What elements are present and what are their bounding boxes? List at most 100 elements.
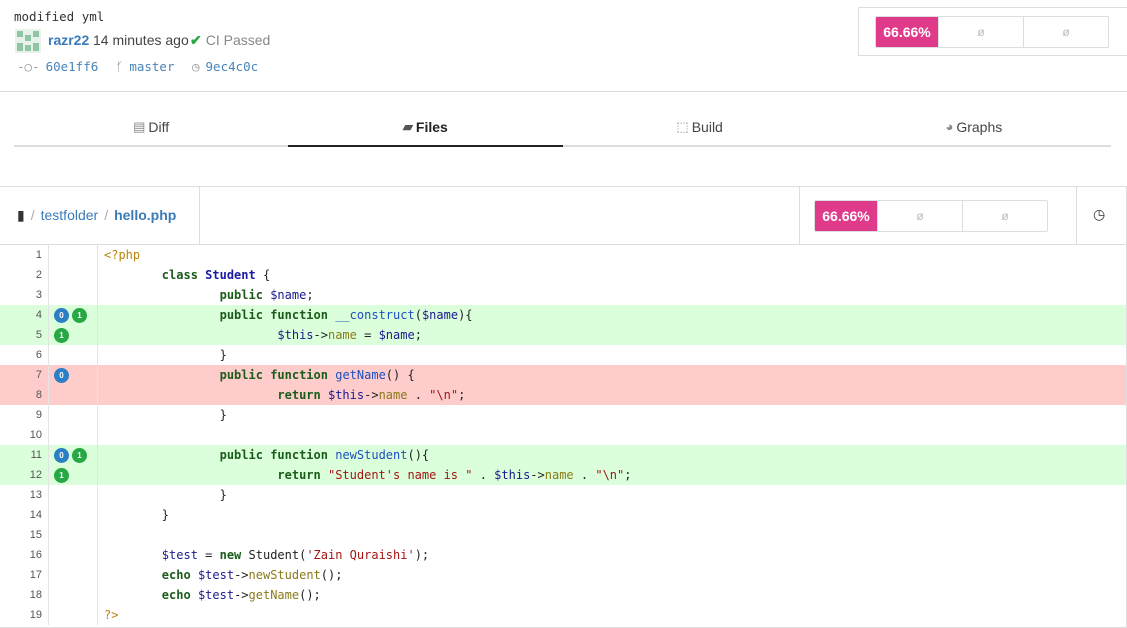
branch-hit-badge[interactable]: 0 <box>54 367 69 383</box>
code-token: function <box>270 448 328 462</box>
line-number[interactable]: 13 <box>0 485 49 505</box>
line-number[interactable]: 2 <box>0 265 49 285</box>
code-token: = <box>197 548 220 562</box>
commit-sha-link[interactable]: 60e1ff6 <box>46 59 99 74</box>
line-number[interactable]: 14 <box>0 505 49 525</box>
coverage-gutter <box>49 385 98 405</box>
tab-diff-label: Diff <box>148 118 170 135</box>
line-number[interactable]: 18 <box>0 585 49 605</box>
code-token: ); <box>414 548 430 562</box>
tab-bar: ▤ Diff ▰ Files ⬚ Build ◕ Graphs <box>14 108 1111 147</box>
code-token: return <box>277 388 321 402</box>
code-line: 17 echo $test->newStudent(); <box>0 565 1126 585</box>
check-icon: ✔ <box>190 32 202 48</box>
tab-build[interactable]: ⬚ Build <box>563 108 837 145</box>
tab-graphs[interactable]: ◕ Graphs <box>837 108 1111 145</box>
package-icon: ⬚ <box>676 118 689 134</box>
history-icon[interactable]: ◷ <box>1093 206 1105 223</box>
line-number[interactable]: 7 <box>0 365 49 385</box>
line-number[interactable]: 5 <box>0 325 49 345</box>
code-token: name <box>327 328 357 342</box>
coverage-gutter <box>49 265 98 285</box>
coverage-gutter <box>49 525 98 545</box>
source-code: } <box>98 405 227 425</box>
line-number[interactable]: 4 <box>0 305 49 325</box>
code-line: 2 class Student { <box>0 265 1126 285</box>
line-number[interactable]: 11 <box>0 445 49 465</box>
line-number[interactable]: 16 <box>0 545 49 565</box>
line-hit-badge[interactable]: 1 <box>54 467 69 483</box>
code-token: ; <box>624 468 632 482</box>
line-number[interactable]: 6 <box>0 345 49 365</box>
line-number[interactable]: 17 <box>0 565 49 585</box>
breadcrumb-separator: / <box>104 207 109 223</box>
pie-chart-icon: ◕ <box>945 119 954 134</box>
coverage-gutter <box>49 505 98 525</box>
line-number[interactable]: 8 <box>0 385 49 405</box>
code-token: name <box>378 388 408 402</box>
line-number[interactable]: 19 <box>0 605 49 625</box>
author-link[interactable]: razr22 <box>48 32 89 48</box>
code-token: echo <box>161 568 191 582</box>
code-line: 9 } <box>0 405 1126 425</box>
tab-graphs-label: Graphs <box>956 118 1003 135</box>
parent-sha-link[interactable]: 9ec4c0c <box>206 59 259 74</box>
code-token: public <box>219 288 263 302</box>
line-number[interactable]: 10 <box>0 425 49 445</box>
line-hit-badge[interactable]: 1 <box>72 307 87 323</box>
source-code: public $name; <box>98 285 314 305</box>
commit-icon: -○- <box>17 59 40 74</box>
line-hit-badge[interactable]: 1 <box>54 327 69 343</box>
code-token: "Student's name is " <box>327 468 473 482</box>
header-divider <box>1076 187 1077 244</box>
line-number[interactable]: 12 <box>0 465 49 485</box>
coverage-gutter: 01 <box>49 305 98 325</box>
coverage-percent: 66.66% <box>876 17 938 47</box>
ci-status[interactable]: ✔ CI Passed <box>190 32 270 49</box>
line-number[interactable]: 9 <box>0 405 49 425</box>
code-token: $name <box>421 308 459 322</box>
author-avatar[interactable] <box>15 29 41 53</box>
coverage-gutter: 1 <box>49 465 98 485</box>
line-number[interactable]: 1 <box>0 245 49 265</box>
code-token: Student( <box>241 548 307 562</box>
code-token: ( <box>414 308 422 322</box>
source-code: $this->name = $name; <box>98 325 422 345</box>
commit-message: modified yml <box>14 9 105 24</box>
code-token: public <box>219 308 263 322</box>
code-line: 8 return $this->name . "\n"; <box>0 385 1126 405</box>
source-code: return "Student's name is " . $this->nam… <box>98 465 631 485</box>
code-line: 70 public function getName() { <box>0 365 1126 385</box>
tab-diff[interactable]: ▤ Diff <box>14 108 288 145</box>
source-code: $test = new Student('Zain Quraishi'); <box>98 545 429 565</box>
code-token: . <box>407 388 430 402</box>
breadcrumb-file[interactable]: hello.php <box>114 207 176 223</box>
code-token: { <box>255 268 271 282</box>
code-line: 401 public function __construct($name){ <box>0 305 1126 325</box>
repo-book-icon[interactable]: ▮ <box>17 207 25 223</box>
line-number[interactable]: 3 <box>0 285 49 305</box>
source-code: echo $test->newStudent(); <box>98 565 343 585</box>
branch-link[interactable]: master <box>129 59 174 74</box>
line-number[interactable]: 15 <box>0 525 49 545</box>
code-token: <?php <box>104 248 141 262</box>
file-header: ▮ / testfolder / hello.php 66.66% ø ø ◷ <box>0 187 1126 245</box>
code-token: public <box>219 368 263 382</box>
branch-hit-badge[interactable]: 0 <box>54 307 69 323</box>
branch-hit-badge[interactable]: 0 <box>54 447 69 463</box>
line-hit-badge[interactable]: 1 <box>72 447 87 463</box>
code-token: $name <box>270 288 307 302</box>
code-token: (); <box>320 568 343 582</box>
code-token: return <box>277 468 321 482</box>
tab-files[interactable]: ▰ Files <box>288 108 563 147</box>
source-code: } <box>98 485 227 505</box>
code-line: 16 $test = new Student('Zain Quraishi'); <box>0 545 1126 565</box>
source-code: public function getName() { <box>98 365 415 385</box>
code-token: -> <box>234 588 249 602</box>
source-code: public function newStudent(){ <box>98 445 430 465</box>
breadcrumb-folder[interactable]: testfolder <box>41 207 99 223</box>
